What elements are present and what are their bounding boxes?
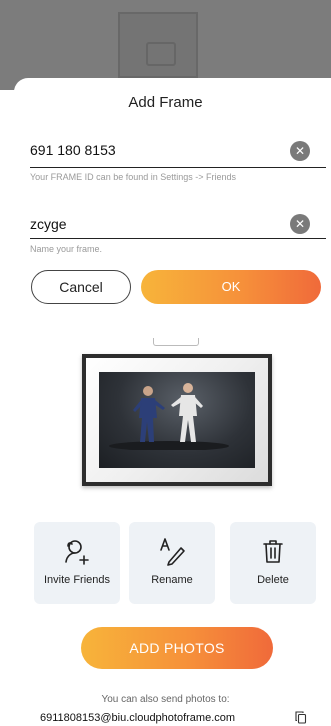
frame-id-field[interactable]: 691 180 8153 ✕	[30, 141, 326, 172]
invite-friends-button[interactable]: Invite Friends	[34, 522, 120, 604]
add-photos-button[interactable]: ADD PHOTOS	[81, 627, 273, 669]
cancel-button[interactable]: Cancel	[31, 270, 131, 304]
frame-name-field[interactable]: zcyge ✕	[30, 214, 326, 246]
rename-button[interactable]: Rename	[129, 522, 215, 604]
frame-id-value[interactable]: 691 180 8153	[30, 142, 116, 158]
frame-name-hint: Name your frame.	[30, 244, 103, 254]
delete-button[interactable]: Delete	[230, 522, 316, 604]
invite-friends-icon	[34, 536, 120, 566]
rename-label: Rename	[151, 574, 193, 586]
clear-icon[interactable]: ✕	[290, 141, 310, 161]
image-placeholder-icon	[118, 12, 198, 78]
delete-label: Delete	[257, 574, 289, 586]
frame-name-value[interactable]: zcyge	[30, 216, 67, 232]
invite-friends-label: Invite Friends	[43, 574, 111, 586]
frame-email-address: 6911808153@biu.cloudphotoframe.com	[40, 712, 236, 724]
frame-id-hint: Your FRAME ID can be found in Settings -…	[30, 172, 237, 182]
frame-photo	[99, 372, 255, 468]
clear-icon[interactable]: ✕	[290, 214, 310, 234]
ok-button[interactable]: OK	[141, 270, 321, 304]
background-overlay	[0, 0, 331, 90]
frame-preview	[82, 354, 272, 486]
trash-icon	[230, 536, 316, 566]
rename-icon	[129, 536, 215, 566]
send-photos-note: You can also send photos to:	[101, 694, 230, 705]
frame-device-tab	[153, 338, 199, 346]
frame-photo-image	[109, 383, 229, 451]
field-underline	[30, 238, 326, 239]
field-underline	[30, 167, 326, 168]
dialog-title: Add Frame	[128, 94, 203, 111]
copy-icon[interactable]	[295, 711, 307, 724]
frame-mat	[86, 358, 268, 482]
